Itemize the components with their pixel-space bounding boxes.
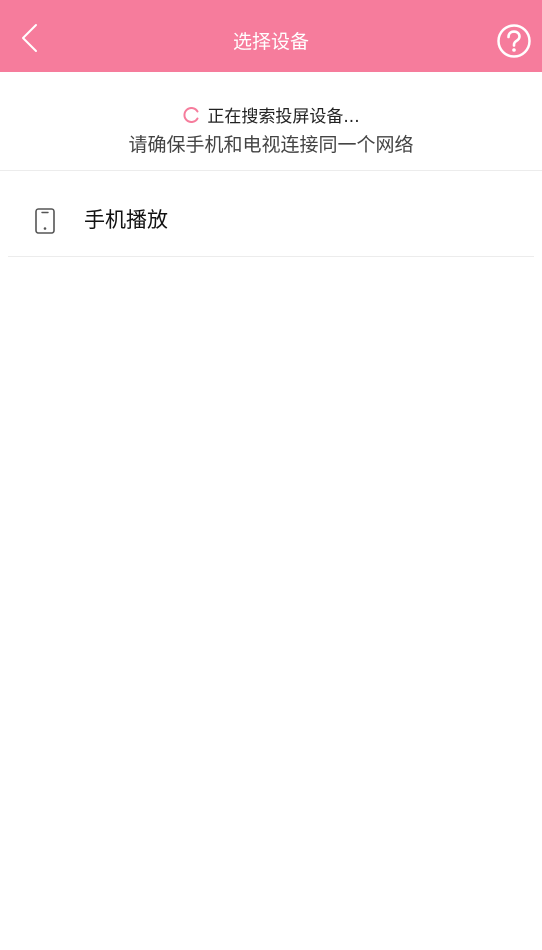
page-title: 选择设备 <box>232 31 309 53</box>
search-status-panel: 正在搜索投屏设备... 请确保手机和电视连接同一个网络 <box>0 72 542 171</box>
app-screen: 选择设备 正在搜索投屏设备... 请确保手机和电视连接同一个网络 手机播放 <box>0 0 542 950</box>
question-circle-icon <box>497 24 531 58</box>
network-hint-text: 请确保手机和电视连接同一个网络 <box>128 134 414 156</box>
device-item-label: 手机播放 <box>84 208 168 232</box>
phone-icon <box>35 208 55 234</box>
chevron-left-icon <box>22 24 37 52</box>
help-button[interactable] <box>496 23 532 59</box>
search-status-line: 正在搜索投屏设备... <box>0 102 542 127</box>
loading-spinner-icon <box>182 106 200 124</box>
device-item-phone[interactable]: 手机播放 <box>8 184 534 257</box>
back-button[interactable] <box>10 18 50 58</box>
searching-text: 正在搜索投屏设备... <box>207 107 360 127</box>
top-bar: 选择设备 <box>0 0 542 72</box>
